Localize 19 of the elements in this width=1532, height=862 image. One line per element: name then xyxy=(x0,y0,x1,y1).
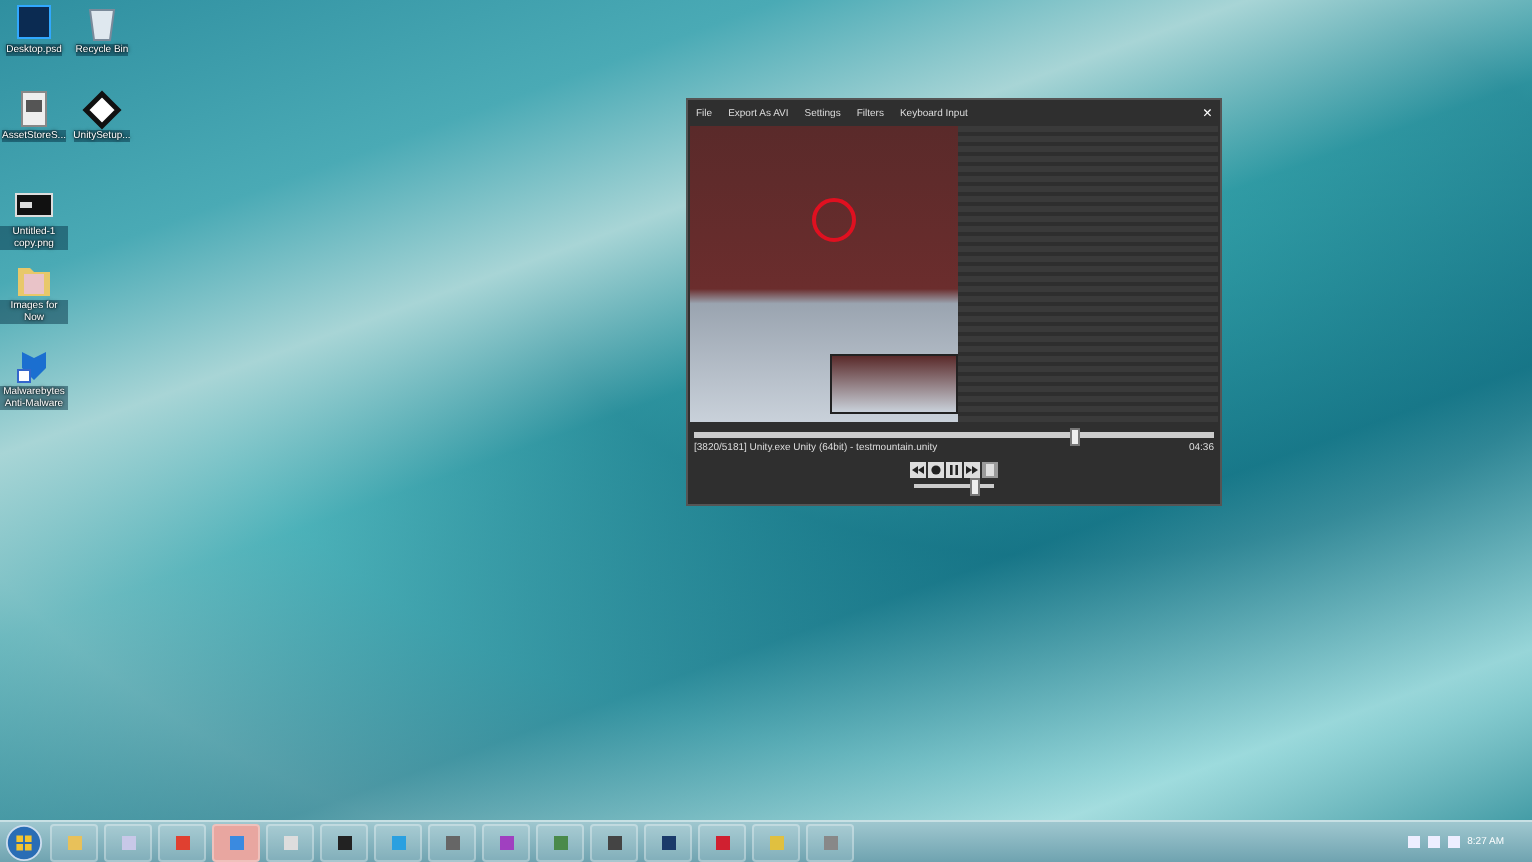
record-icon[interactable] xyxy=(928,462,944,478)
slider-thumb[interactable] xyxy=(1069,428,1080,446)
taskbar-button[interactable] xyxy=(644,823,692,861)
taskbar-button[interactable] xyxy=(590,823,638,861)
file-icon[interactable] xyxy=(14,4,54,44)
preview-thumbnail xyxy=(830,354,958,414)
close-button[interactable]: × xyxy=(1202,104,1212,122)
square-icon xyxy=(391,835,405,849)
pause-icon[interactable] xyxy=(946,462,962,478)
slider-thumb[interactable] xyxy=(970,478,980,496)
ring-drawing xyxy=(810,196,858,244)
next-icon[interactable] xyxy=(964,462,980,478)
taskbar-button[interactable] xyxy=(320,823,368,861)
square-icon xyxy=(823,835,837,849)
square-icon xyxy=(337,835,351,849)
square-icon xyxy=(661,835,675,849)
cube-logo-icon[interactable] xyxy=(82,90,122,130)
windows-logo-icon[interactable] xyxy=(4,823,44,861)
previous-icon[interactable] xyxy=(910,462,926,478)
